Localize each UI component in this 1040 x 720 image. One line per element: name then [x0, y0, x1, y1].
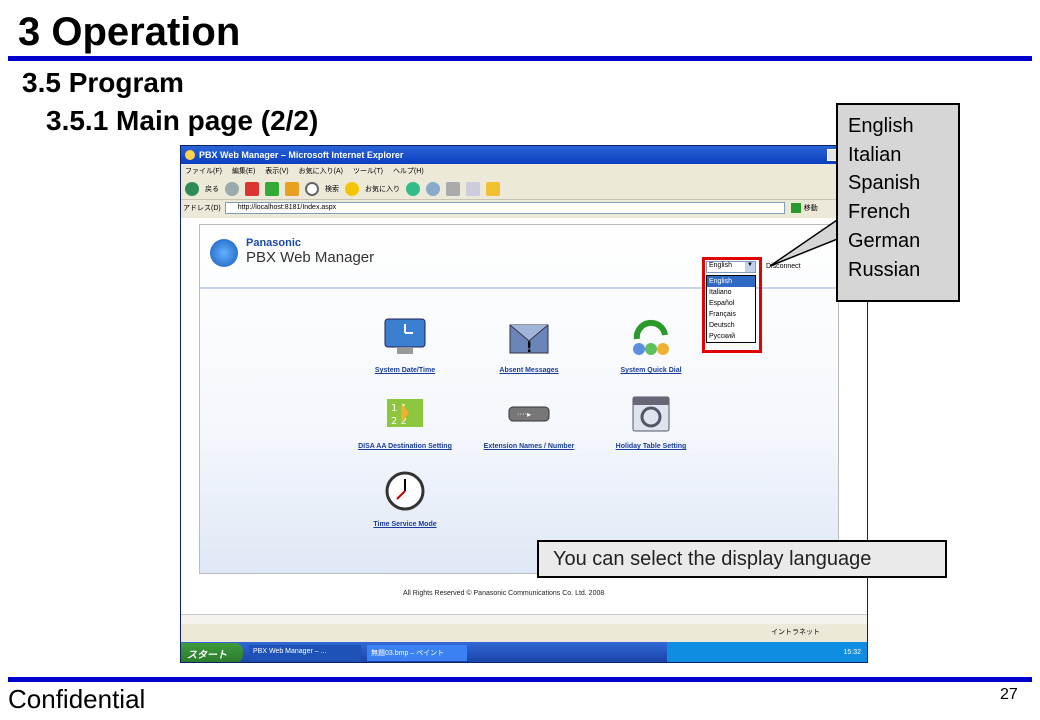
language-name: German: [848, 229, 921, 252]
language-callout-tail: [769, 216, 841, 267]
bottom-rule: [8, 677, 1032, 682]
language-name: English: [848, 115, 914, 137]
language-name: Italian: [848, 143, 902, 166]
page-number: 27: [1000, 686, 1018, 703]
language-name: Spanish: [848, 172, 921, 195]
language-name: Russian: [848, 258, 921, 281]
language-list-callout: English Italian Spanish French German Ru…: [836, 103, 960, 302]
language-name: French: [848, 201, 911, 224]
confidential-label: Confidential: [8, 684, 146, 714]
note-callout: You can select the display language: [537, 540, 947, 578]
